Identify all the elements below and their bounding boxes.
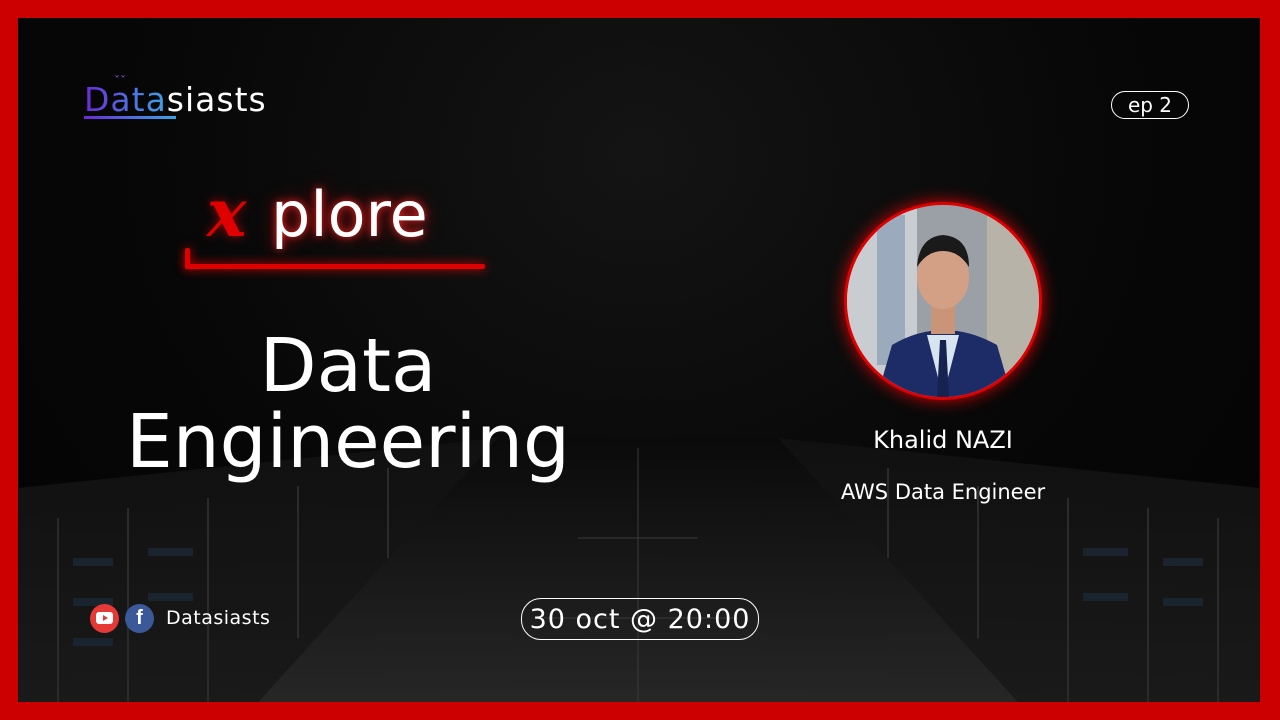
banner-frame: ˇˇ Datasiasts ep 2 x plore Data Engineer… (18, 18, 1260, 702)
logo-part-siasts: siasts (166, 80, 267, 119)
logo-underline (84, 116, 176, 119)
logo-part-data: Data (84, 80, 167, 119)
xplore-text: plore (271, 178, 428, 251)
speaker-photo (844, 202, 1042, 400)
facebook-icon[interactable]: f (125, 603, 154, 633)
episode-badge: ep 2 (1111, 91, 1189, 119)
talk-title-line2: Engineering (126, 399, 570, 485)
event-date-badge: 30 oct @ 20:00 (521, 598, 759, 640)
xplore-series-logo: x plore (183, 168, 485, 278)
xplore-x-letter: x (207, 174, 247, 252)
youtube-icon[interactable] (90, 603, 119, 633)
talk-title: Data Engineering (88, 328, 608, 480)
social-handle[interactable]: Datasiasts (166, 607, 270, 629)
speaker-role: AWS Data Engineer (840, 480, 1046, 504)
speaker-name: Khalid NAZI (873, 426, 1013, 454)
talk-title-line1: Data (259, 323, 437, 409)
xplore-bracket-horizontal (185, 264, 485, 269)
social-links: f Datasiasts (90, 603, 270, 633)
